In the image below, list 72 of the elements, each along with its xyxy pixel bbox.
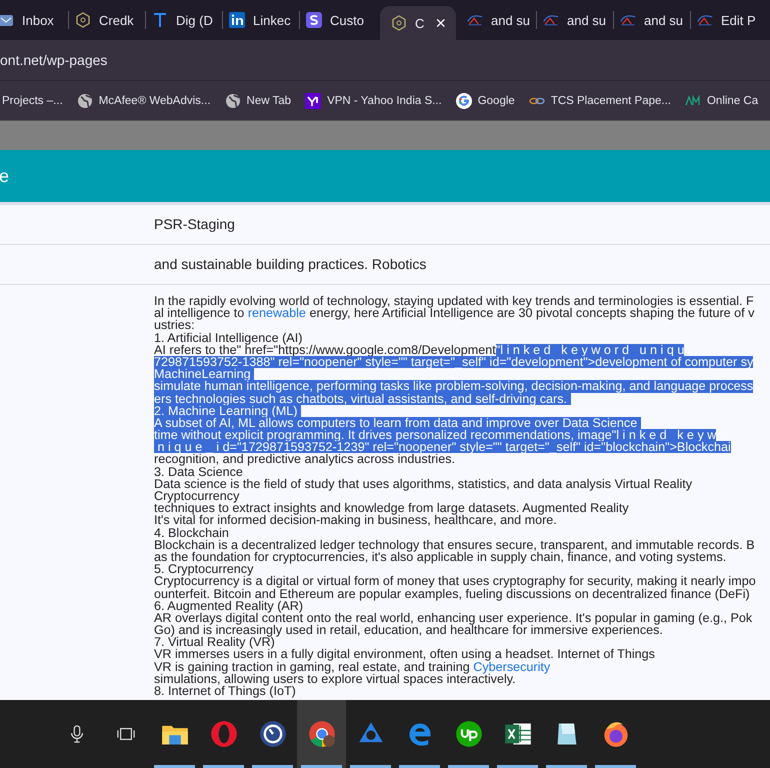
body-text: VR is gaining traction in gaming, real estate, and training bbox=[154, 660, 470, 673]
browser-tab[interactable]: Custo bbox=[300, 0, 376, 40]
body-text: Cryptocurrency is a digital or virtual form of money that uses cryptography for security, making it nearly impo bbox=[154, 575, 756, 588]
t-icon bbox=[152, 12, 168, 28]
table-cell-text: and sustainable building practices. Robotics bbox=[154, 255, 426, 274]
mail-icon bbox=[0, 12, 14, 28]
body-text: Data science is the field of study that uses algorithms, statistics, and data analysis Virtual Reality bbox=[154, 478, 692, 490]
bookmark[interactable]: TCS Placement Pape... bbox=[528, 92, 671, 108]
body-text: It's vital for informed decision-making in business, healthcare, and more. bbox=[154, 514, 557, 527]
hexagon-icon bbox=[75, 12, 91, 28]
bookmark[interactable]: McAfee® WebAdvis... bbox=[76, 92, 211, 108]
body-text: VR immerses users in a fully digital environment, often using a headset. Internet of Things bbox=[154, 648, 655, 661]
hexagon-icon bbox=[391, 15, 407, 31]
body-text: 7. Virtual Reality (VR) bbox=[154, 636, 275, 648]
body-text: 3. Data Science bbox=[154, 466, 243, 478]
clock-icon[interactable] bbox=[258, 720, 286, 748]
globe-icon bbox=[224, 92, 241, 108]
body-text: techniques to extract insights and knowledge from large datasets. Augmented Reality bbox=[154, 502, 629, 514]
browser-tab[interactable]: Dig (D bbox=[146, 0, 222, 40]
browser-tab[interactable]: and su bbox=[614, 0, 690, 40]
body-text: Cryptocurrency bbox=[154, 490, 240, 502]
selected-text: 2. Machine Learning (ML) bbox=[154, 404, 301, 417]
body-text: AR overlays digital content onto the real world, enhancing user experience. It's popular in gaming (e.g., Pok bbox=[154, 612, 752, 624]
selected-text: A subset of AI, ML allows computers to learn from data and improve over Data Science bbox=[154, 416, 641, 430]
google-icon bbox=[456, 92, 472, 108]
body-text: al intelligence to bbox=[154, 307, 244, 320]
bookmark[interactable]: New Tab bbox=[224, 92, 292, 108]
browser-tab[interactable]: Credk bbox=[69, 0, 145, 40]
bookmark[interactable]: VPN - Yahoo India S... bbox=[305, 92, 442, 108]
selected-text: n i q u e _ i d="1729871593752-1239" rel="noopener" style="" target="_self" id="blockchain">Blockchai bbox=[154, 441, 731, 454]
body-text: 8. Internet of Things (IoT) bbox=[154, 685, 296, 698]
browser-tab[interactable]: Linkec bbox=[223, 0, 299, 40]
browser-tab[interactable]: Inbox bbox=[0, 0, 68, 40]
task-view-icon[interactable] bbox=[116, 725, 134, 743]
selected-text: ers technologies such as chatbots, virtual assistants, and self-driving cars. bbox=[154, 392, 570, 405]
body-text: 4. Blockchain bbox=[154, 526, 229, 539]
bookmark[interactable]: Google bbox=[456, 92, 515, 108]
body-text: In the rapidly evolving world of technology, staying updated with key trends and terminologies is essential. F bbox=[154, 295, 754, 308]
chrome-icon[interactable] bbox=[308, 720, 336, 748]
text-link[interactable]: Cybersecurity bbox=[473, 660, 550, 673]
close-icon[interactable]: × bbox=[435, 12, 446, 34]
selected-text: MachineLearning bbox=[154, 368, 254, 380]
firefox-icon[interactable] bbox=[602, 720, 630, 748]
body-text: Go) and is increasingly used in retail, education, and healthcare for immersive experiences. bbox=[154, 624, 663, 636]
text-link[interactable]: renewable bbox=[248, 307, 306, 320]
linkedin-icon bbox=[229, 12, 245, 28]
opera-icon[interactable] bbox=[210, 720, 238, 748]
browser-tab[interactable]: C × bbox=[380, 6, 456, 40]
header-title: e bbox=[0, 166, 10, 186]
globe-icon bbox=[76, 92, 93, 108]
body-text: ounterfeit. Bitcoin and Ethereum are popular examples, fueling discussions on decentralized finance (DeFi) bbox=[154, 588, 750, 600]
body-text: 6. Augmented Reality (AR) bbox=[154, 600, 304, 612]
body-text: ustries: bbox=[154, 319, 195, 332]
body-text: 5. Cryptocurrency bbox=[154, 563, 254, 576]
body-text: energy, here Artificial Intelligence are 30 pivotal concepts shaping the future of v bbox=[308, 307, 754, 320]
selected-text: simulate human intelligence, performing tasks like problem-solving, decision-making, and language process bbox=[154, 380, 754, 392]
browser-tab[interactable]: Edit P bbox=[691, 0, 767, 40]
address-bar[interactable]: ont.net/wp-pages bbox=[0, 52, 108, 68]
bookmark[interactable]: Online Ca bbox=[684, 92, 758, 108]
upwork-icon[interactable] bbox=[454, 720, 482, 748]
body-text: simulations, allowing users to explore virtual spaces interactively. bbox=[154, 672, 516, 685]
selected-text: 729871593752-1388" rel="noopener" style="" target="_self" id="development">development of computer sy bbox=[154, 356, 754, 368]
browser-tab[interactable]: and su bbox=[460, 0, 536, 40]
body-text: as the foundation for cryptocurrencies, it's also applicable in supply chain, finance, and voting systems. bbox=[154, 550, 726, 564]
s-icon bbox=[306, 12, 322, 28]
bookmark[interactable]: Projects –... bbox=[2, 94, 63, 106]
table-cell-text: PSR-Staging bbox=[154, 215, 235, 234]
yahoo-icon bbox=[305, 92, 322, 108]
browser-tab[interactable]: and su bbox=[537, 0, 613, 40]
body-text: 1. Artificial Intelligence (AI) bbox=[154, 332, 302, 344]
body-text: AI refers to the" href="https://www.google.com8/Development bbox=[154, 344, 496, 356]
body-text: Blockchain is a decentralized ledger technology that ensures secure, transparent, and immutable records. B bbox=[154, 538, 755, 551]
